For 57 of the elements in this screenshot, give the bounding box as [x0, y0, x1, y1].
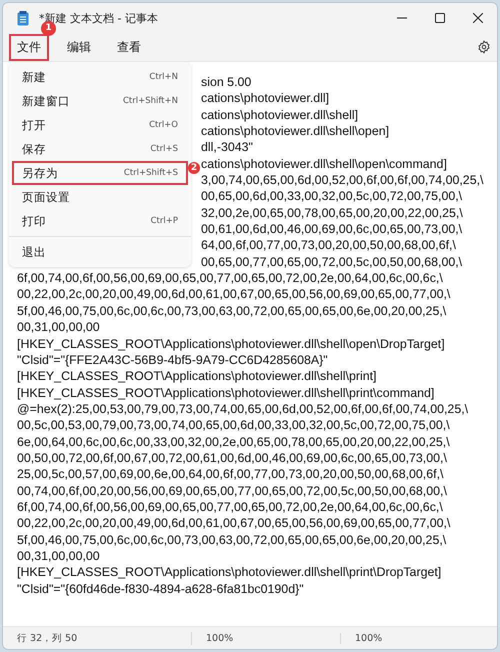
step-badge: 2 [188, 162, 200, 174]
menu-item[interactable]: 查看 [109, 34, 149, 60]
status-text: 100% [354, 632, 384, 644]
text-line: 00,50,00,72,00,6f,00,67,00,72,00,61,00,6d,00,46,00,69,00,6c,00,65,00,73,00,\ [17, 450, 447, 465]
text-line: cations\photoviewer.dll\shell\open] [201, 124, 390, 138]
text-line: 00,5c,00,53,00,79,00,73,00,74,00,65,00,6d,00,33,00,32,00,5c,00,72,00,75,00,\ [17, 418, 450, 432]
menu-entry[interactable]: 退出 [12, 240, 188, 264]
text-line: cations\photoviewer.dll] [201, 91, 330, 106]
status-text: 行 32，列 50 [3, 632, 192, 644]
menu-entry[interactable]: 新建 Ctrl+N [12, 65, 188, 89]
text-line: 00,22,00,2c,00,20,00,49,00,6d,00,61,00,67,00,65,00,56,00,69,00,65,00,77,00,\ [17, 287, 450, 302]
close-icon [473, 13, 483, 23]
text-line: [HKEY_CLASSES_ROOT\Applications\photoviewer.dll\shell\print\DropTarget] [17, 565, 442, 580]
text-line: 5f,00,46,00,75,00,6c,00,6c,00,73,00,63,00,72,00,65,00,65,00,6e,00,20,00,25,\ [17, 304, 446, 318]
shortcut-label: Ctrl+Shift+S [124, 168, 178, 178]
text-line: @=hex(2):25,00,53,00,79,00,73,00,74,00,65,00,6d,00,52,00,6f,00,6f,00,74,00,25,\ [17, 402, 468, 416]
text-line: 6f,00,74,00,6f,00,56,00,69,00,65,00,77,00,65,00,72,00,2e,00,64,00,6c,00,6c,\ [17, 271, 443, 286]
settings-icon[interactable] [477, 40, 491, 54]
menu-entry[interactable]: 新建窗口 Ctrl+Shift+N [12, 89, 188, 113]
text-line: "Clsid"="{FFE2A43C-56B9-4bf5-9A79-CC6D4285608A}" [17, 352, 328, 367]
text-line: [HKEY_CLASSES_ROOT\Applications\photoviewer.dll\shell\open\DropTarget] [17, 336, 445, 350]
text-line: dll,-3043" [201, 140, 253, 154]
text-line: 6e,00,64,00,6c,00,6c,00,33,00,32,00,2e,00,65,00,78,00,65,00,20,00,22,00,25,\ [17, 434, 450, 449]
menu-entry[interactable]: 保存 Ctrl+S [12, 137, 188, 161]
text-line: 00,74,00,6f,00,20,00,56,00,69,00,65,00,77,00,65,00,72,00,5c,00,50,00,68,00,\ [17, 484, 447, 498]
text-line: 00,22,00,2c,00,20,00,49,00,6d,00,61,00,67,00,65,00,56,00,69,00,65,00,77,00,\ [17, 516, 450, 530]
text-line: 00,65,00,77,00,65,00,72,00,5c,00,50,00,68,00,\ [201, 254, 462, 269]
text-line: 6f,00,74,00,6f,00,56,00,69,00,65,00,77,00,65,00,72,00,2e,00,64,00,6c,00,6c,\ [17, 500, 443, 514]
menu-entry[interactable]: 页面设置 [12, 185, 188, 209]
text-line: 00,31,00,00,00 [17, 548, 100, 563]
text-line: cations\photoviewer.dll\shell] [201, 108, 358, 122]
text-line: 00,61,00,6d,00,46,00,69,00,6c,00,65,00,73,00,\ [201, 222, 462, 236]
shortcut-label: Ctrl+S [150, 144, 178, 154]
text-line: [HKEY_CLASSES_ROOT\Applications\photoviewer.dll\shell\print\command] [17, 386, 434, 400]
menu-entry[interactable]: 另存为 Ctrl+Shift+S [12, 161, 188, 185]
text-line: sion 5.00 [201, 75, 252, 89]
shortcut-label: Ctrl+Shift+N [122, 96, 178, 106]
text-line: [HKEY_CLASSES_ROOT\Applications\photoviewer.dll\shell\print] [17, 369, 376, 384]
text-line: 00,65,00,6d,00,33,00,32,00,5c,00,72,00,75,00,\ [201, 189, 462, 204]
text-line: 00,31,00,00,00 [17, 320, 100, 334]
text-line: 5f,00,46,00,75,00,6c,00,6c,00,73,00,63,00,72,00,65,00,65,00,6e,00,20,00,25,\ [17, 532, 446, 547]
notepad-icon [17, 10, 29, 26]
text-line: 64,00,6f,00,77,00,73,00,20,00,50,00,68,00,6f,\ [201, 238, 456, 252]
text-line: 25,00,5c,00,57,00,69,00,6e,00,64,00,6f,00,77,00,73,00,20,00,50,00,68,00,6f,\ [17, 467, 444, 482]
shortcut-label: Ctrl+P [150, 216, 178, 226]
maximize-icon [435, 13, 445, 23]
text-line: "Clsid"="{60fd46de-f830-4894-a628-6fa81bc0190d}" [17, 582, 304, 596]
status-text: 100% [192, 632, 341, 644]
shortcut-label: Ctrl+N [149, 72, 178, 82]
menu-entry[interactable]: 打印 Ctrl+P [12, 209, 188, 233]
text-line: cations\photoviewer.dll\shell\open\command] [201, 156, 447, 171]
text-line: 32,00,2e,00,65,00,78,00,65,00,20,00,22,00,25,\ [201, 206, 463, 220]
text-line: 3,00,74,00,65,00,6d,00,52,00,6f,00,6f,00,74,00,25,\ [201, 173, 484, 188]
menu-item[interactable]: 编辑 [59, 34, 99, 60]
shortcut-label: Ctrl+O [149, 120, 178, 130]
menu-entry[interactable]: 打开 Ctrl+O [12, 113, 188, 137]
menu-item[interactable]: 文件 [9, 34, 49, 60]
